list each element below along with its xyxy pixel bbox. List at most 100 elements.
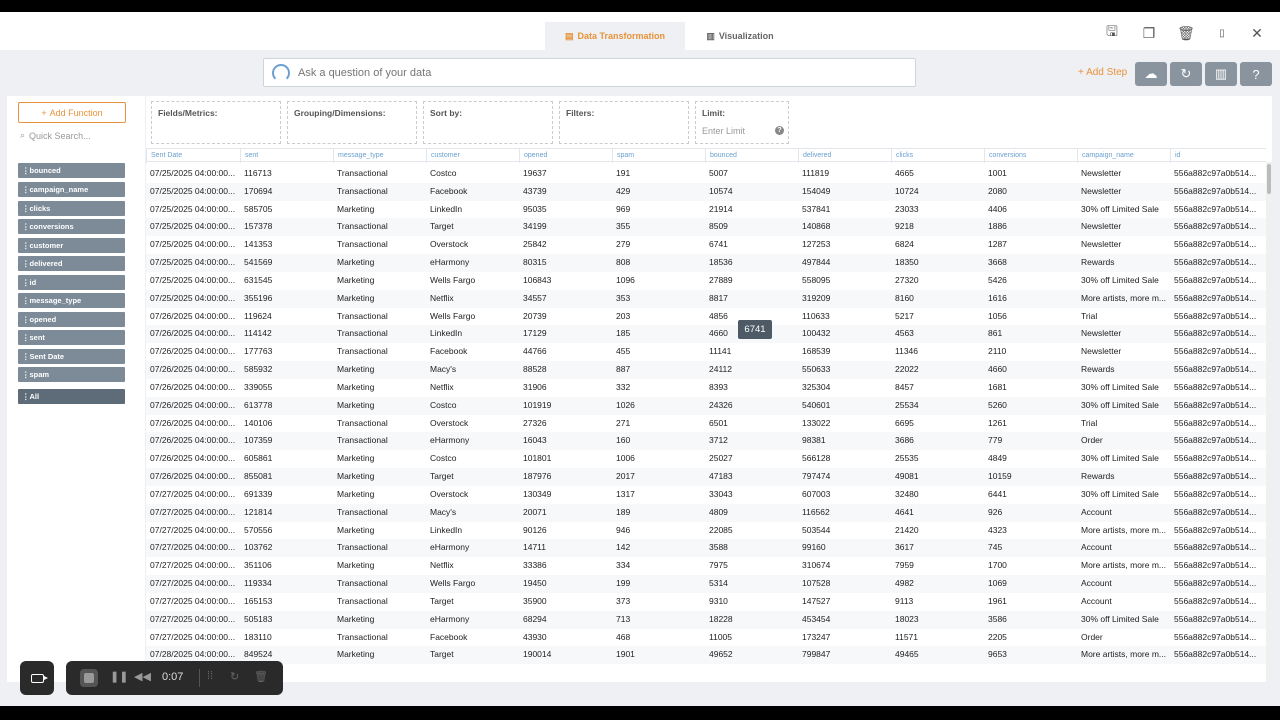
table-cell[interactable]: 5217: [891, 308, 984, 326]
table-cell[interactable]: 1886: [984, 218, 1077, 236]
table-cell[interactable]: 453454: [798, 611, 891, 629]
table-cell[interactable]: 570556: [240, 522, 333, 540]
table-cell[interactable]: 21914: [705, 201, 798, 219]
table-cell[interactable]: 8817: [705, 290, 798, 308]
table-cell[interactable]: 556a882c97a0b514...: [1170, 539, 1266, 557]
table-cell[interactable]: 1261: [984, 415, 1077, 433]
field-item[interactable]: ⋮ id: [18, 275, 125, 290]
fields-metrics-slot[interactable]: Fields/Metrics:: [151, 101, 281, 144]
table-cell[interactable]: 946: [612, 522, 705, 540]
table-cell[interactable]: 14711: [519, 539, 612, 557]
table-cell[interactable]: Newsletter: [1077, 343, 1170, 361]
table-cell[interactable]: 133022: [798, 415, 891, 433]
table-cell[interactable]: Newsletter: [1077, 183, 1170, 201]
column-header[interactable]: opened: [519, 149, 612, 163]
field-item[interactable]: ⋮ delivered: [18, 256, 125, 271]
table-cell[interactable]: 23033: [891, 201, 984, 219]
table-cell[interactable]: 33043: [705, 486, 798, 504]
table-cell[interactable]: Overstock: [426, 486, 519, 504]
table-cell[interactable]: 691339: [240, 486, 333, 504]
table-cell[interactable]: 631545: [240, 272, 333, 290]
table-cell[interactable]: 07/25/2025 04:00:00...: [146, 236, 240, 254]
table-cell[interactable]: 121814: [240, 504, 333, 522]
table-cell[interactable]: 07/27/2025 04:00:00...: [146, 629, 240, 647]
table-cell[interactable]: 07/26/2025 04:00:00...: [146, 468, 240, 486]
table-row[interactable]: 07/27/2025 04:00:00... 103762 Transactiona…: [146, 539, 1266, 558]
table-cell[interactable]: More artists, more m...: [1077, 557, 1170, 575]
table-cell[interactable]: 111819: [798, 165, 891, 183]
table-cell[interactable]: Macy's: [426, 361, 519, 379]
table-row[interactable]: 07/26/2025 04:00:00... 119624 Transactiona…: [146, 308, 1266, 326]
table-row[interactable]: 07/27/2025 04:00:00... 691339 Marketing Ove…: [146, 486, 1266, 504]
tab-visualization[interactable]: ▥ Visualization: [700, 22, 780, 50]
table-cell[interactable]: 310674: [798, 557, 891, 575]
table-cell[interactable]: Marketing: [333, 361, 426, 379]
table-cell[interactable]: 334: [612, 557, 705, 575]
help-icon[interactable]: ?: [775, 126, 784, 135]
table-cell[interactable]: Target: [426, 468, 519, 486]
table-cell[interactable]: 887: [612, 361, 705, 379]
table-cell[interactable]: 808: [612, 254, 705, 272]
scrollbar-thumb[interactable]: [1267, 164, 1271, 194]
table-cell[interactable]: 7959: [891, 557, 984, 575]
table-cell[interactable]: 44766: [519, 343, 612, 361]
table-cell[interactable]: 4563: [891, 325, 984, 343]
table-cell[interactable]: 556a882c97a0b514...: [1170, 450, 1266, 468]
field-item[interactable]: ⋮ spam: [18, 367, 125, 382]
table-cell[interactable]: 127253: [798, 236, 891, 254]
table-row[interactable]: 07/28/2025 04:00:00... 849524 Marketing Tar…: [146, 646, 1266, 665]
table-row[interactable]: 07/26/2025 04:00:00... 114142 Transactiona…: [146, 325, 1266, 344]
table-cell[interactable]: Marketing: [333, 646, 426, 664]
table-cell[interactable]: Costco: [426, 450, 519, 468]
table-cell[interactable]: 25027: [705, 450, 798, 468]
table-cell[interactable]: Target: [426, 593, 519, 611]
table-cell[interactable]: 47183: [705, 468, 798, 486]
table-cell[interactable]: 07/25/2025 04:00:00...: [146, 218, 240, 236]
table-row[interactable]: 07/25/2025 04:00:00... 355196 Marketing Net…: [146, 289, 1266, 308]
table-cell[interactable]: 18023: [891, 611, 984, 629]
quick-search[interactable]: ⌕ Quick Search...: [20, 130, 91, 141]
column-header[interactable]: Sent Date: [146, 149, 240, 163]
table-cell[interactable]: 98381: [798, 432, 891, 450]
table-cell[interactable]: 1700: [984, 557, 1077, 575]
table-cell[interactable]: 103762: [240, 539, 333, 557]
table-cell[interactable]: 30% off Limited Sale: [1077, 611, 1170, 629]
table-cell[interactable]: 25534: [891, 397, 984, 415]
table-cell[interactable]: eHarmony: [426, 254, 519, 272]
table-row[interactable]: 07/25/2025 04:00:00... 631545 Marketing Wel…: [146, 272, 1266, 290]
table-row[interactable]: 07/25/2025 04:00:00... 141353 Transactiona…: [146, 236, 1266, 254]
table-cell[interactable]: 07/25/2025 04:00:00...: [146, 165, 240, 183]
table-cell[interactable]: Costco: [426, 397, 519, 415]
table-cell[interactable]: 24326: [705, 397, 798, 415]
table-cell[interactable]: 468: [612, 629, 705, 647]
help-button[interactable]: ?: [1240, 62, 1272, 86]
table-row[interactable]: 07/27/2025 04:00:00... 505183 Marketing eHa…: [146, 610, 1266, 629]
table-cell[interactable]: Marketing: [333, 379, 426, 397]
table-cell[interactable]: 556a882c97a0b514...: [1170, 522, 1266, 540]
table-cell[interactable]: eHarmony: [426, 611, 519, 629]
table-cell[interactable]: 4641: [891, 504, 984, 522]
table-cell[interactable]: Newsletter: [1077, 218, 1170, 236]
table-cell[interactable]: Marketing: [333, 611, 426, 629]
table-cell[interactable]: 4323: [984, 522, 1077, 540]
table-cell[interactable]: Newsletter: [1077, 165, 1170, 183]
table-cell[interactable]: 556a882c97a0b514...: [1170, 397, 1266, 415]
table-cell[interactable]: 1681: [984, 379, 1077, 397]
table-cell[interactable]: 30% off Limited Sale: [1077, 486, 1170, 504]
table-cell[interactable]: 07/25/2025 04:00:00...: [146, 272, 240, 290]
table-cell[interactable]: 106843: [519, 272, 612, 290]
trash-icon[interactable]: 🗑: [254, 670, 268, 683]
table-cell[interactable]: 3617: [891, 539, 984, 557]
table-cell[interactable]: Newsletter: [1077, 325, 1170, 343]
table-cell[interactable]: Marketing: [333, 290, 426, 308]
table-cell[interactable]: 5314: [705, 575, 798, 593]
table-cell[interactable]: 07/27/2025 04:00:00...: [146, 611, 240, 629]
table-cell[interactable]: Costco: [426, 165, 519, 183]
table-cell[interactable]: eHarmony: [426, 432, 519, 450]
field-item[interactable]: ⋮ Sent Date: [18, 349, 125, 364]
table-cell[interactable]: 21420: [891, 522, 984, 540]
table-cell[interactable]: 2017: [612, 468, 705, 486]
table-cell[interactable]: Target: [426, 646, 519, 664]
table-cell[interactable]: 101801: [519, 450, 612, 468]
table-cell[interactable]: 556a882c97a0b514...: [1170, 468, 1266, 486]
